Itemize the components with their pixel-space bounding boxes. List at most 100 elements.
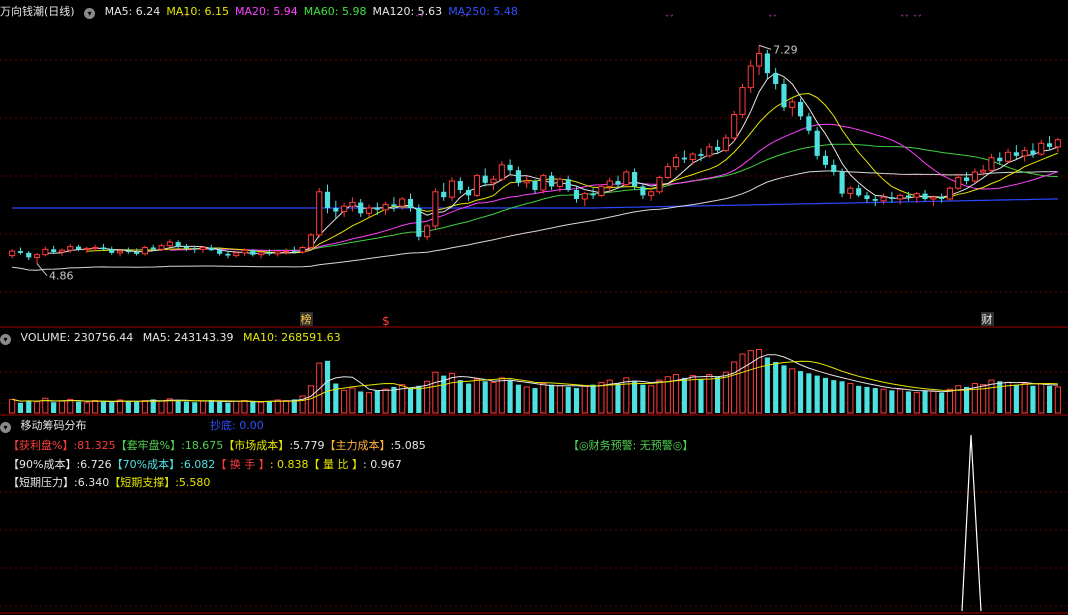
event-tick: ˇˇ (768, 14, 777, 25)
candle-body-up (706, 146, 713, 157)
volume-bar-up (316, 362, 323, 414)
candle-body-down (872, 198, 878, 201)
candle-body-up (166, 241, 173, 247)
volume-bar-up (233, 400, 240, 414)
volume-bar-up (648, 385, 655, 414)
collapse-icon[interactable]: ▾ (0, 422, 11, 433)
candle-body-up (1054, 139, 1061, 148)
candle-body-up (880, 196, 887, 202)
volume-bar-down (632, 381, 638, 413)
volume-bar-down (1030, 385, 1036, 413)
candle-body-down (324, 191, 331, 208)
volume-bar-up (258, 401, 265, 414)
volume-bar-down (507, 380, 513, 413)
candle-body-up (980, 169, 987, 173)
candle-body-down (466, 190, 472, 196)
volume-bar-down (532, 388, 538, 413)
candle-body-up (523, 180, 530, 184)
candle-body-up (739, 87, 746, 116)
volume-bar-up (880, 388, 887, 414)
candle-body-up (432, 191, 439, 227)
chip-distribution-peak (961, 434, 982, 612)
volume-bar-up (556, 385, 563, 414)
candle-body-up (199, 247, 207, 250)
chip-stat-text: :6.726 (76, 458, 112, 471)
candle-body-up (598, 185, 605, 196)
volume-bar-down (374, 390, 380, 413)
volume-bar-down (250, 401, 256, 413)
volume-bar-up (274, 399, 281, 414)
candle-body-up (897, 194, 904, 200)
volume-bar-down (715, 376, 721, 413)
volume-bar-up (523, 386, 530, 414)
candle-body-up (473, 175, 480, 196)
chip-stats-row-1: 【获利盘%】:81.325【套牢盘%】:18.675【市场成本】:5.779【主… (8, 437, 426, 454)
candle-body-up (930, 196, 937, 200)
chip-stat-text: 【市场成本】 (223, 439, 290, 452)
volume-bar-up (847, 383, 854, 414)
volume-bar-down (781, 365, 787, 413)
volume-bar-down (1013, 384, 1019, 413)
candle-body-up (913, 193, 920, 198)
candle-body-down (939, 197, 945, 199)
candle-body-down (922, 193, 928, 199)
candle-body-up (116, 250, 124, 254)
candle-body-up (33, 254, 41, 258)
candle-body-up (448, 180, 456, 198)
candle-body-up (42, 248, 49, 256)
stock-title: 万向钱潮(日线) (0, 5, 75, 18)
candle-body-down (507, 164, 513, 171)
volume-bar-down (939, 392, 945, 413)
volume-bar-up (1021, 383, 1028, 414)
kline-chart[interactable]: ˇˇ ˇˇ ˇˇ ˇˇ ˇˇ ˇˇ ˇˇ7.294.86榜 $ 财 (0, 0, 1068, 615)
chip-stats-row-2: 【90%成本】:6.726【70%成本】:6.082【 换 手 】: 0.838… (8, 456, 402, 473)
collapse-icon[interactable]: ▾ (0, 334, 11, 345)
candle-body-down (856, 188, 862, 196)
volume-bar-down (905, 391, 912, 413)
volume-bar-up (282, 400, 290, 414)
volume-bar-up (689, 375, 696, 414)
volume-bar-up (1054, 386, 1061, 414)
candle-body-down (150, 247, 156, 250)
chip-title: 移动筹码分布 (20, 419, 87, 432)
candle-body-down (615, 181, 621, 185)
candle-body-down (266, 252, 272, 254)
candle-body-down (51, 249, 57, 252)
candle-body-up (9, 250, 16, 257)
volume-bar-down (482, 381, 488, 413)
volume-bar-down (889, 390, 895, 413)
candle-body-down (764, 53, 770, 74)
candle-body-up (316, 191, 323, 236)
candle-body-up (241, 249, 248, 254)
volume-bar-down (407, 388, 414, 413)
candle-body-up (731, 114, 738, 139)
candle-body-down (864, 195, 870, 199)
candle-body-down (26, 252, 32, 258)
chip-header: ▾ 移动筹码分布 (0, 418, 93, 433)
high-label: 7.29 (773, 43, 798, 56)
ma-legend-item: MA60: 5.98 (303, 5, 367, 18)
volume-bar-up (58, 400, 66, 414)
volume-bar-up (92, 400, 99, 414)
candle-body-up (299, 247, 306, 253)
candle-body-down (374, 207, 380, 210)
volume-bar-down (549, 384, 555, 413)
candle-body-down (358, 202, 364, 214)
candle-body-up (1038, 142, 1045, 155)
candle-body-down (640, 186, 646, 196)
ma-legend-item: MA10: 6.15 (166, 5, 230, 18)
volume-bar-down (457, 380, 463, 413)
candle-body-down (441, 191, 447, 198)
event-tick: ˇˇ (665, 14, 674, 25)
candle-body-up (67, 246, 74, 251)
candle-body-down (457, 181, 463, 191)
volume-bar-up (540, 383, 547, 414)
chip-stat-text: :6.082 (180, 458, 216, 471)
finance-warning: 【◎财务预警: 无预警◎】 (568, 439, 694, 452)
candle-body-up (656, 176, 663, 193)
chip-stat-text: :6.340 (74, 476, 110, 489)
candle-body-down (391, 204, 397, 207)
collapse-icon[interactable]: ▾ (84, 8, 96, 19)
volume-bar-up (473, 378, 480, 414)
volume-bar-down (466, 383, 472, 413)
